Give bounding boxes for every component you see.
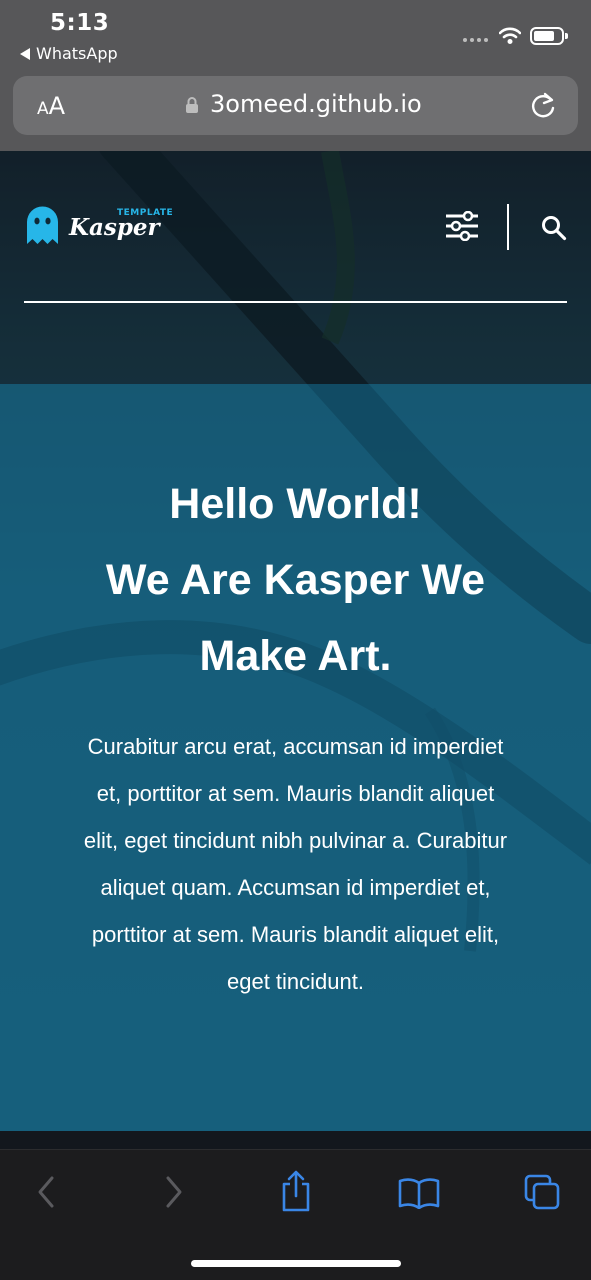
bookmarks-icon[interactable] <box>398 1177 440 1209</box>
hero-section: TEMPLATE Kasper Hello World! We Are Kasp… <box>0 151 591 1131</box>
wifi-icon <box>499 27 521 44</box>
text-size-button[interactable]: AA <box>37 92 65 120</box>
site-logo[interactable]: TEMPLATE Kasper <box>24 204 173 244</box>
share-icon[interactable] <box>279 1170 313 1212</box>
url-field[interactable]: AA 3omeed.github.io <box>13 76 578 135</box>
home-indicator[interactable] <box>191 1260 401 1267</box>
search-icon[interactable] <box>541 215 567 241</box>
hero-paragraph: Curabitur arcu erat, accumsan id imperdi… <box>83 734 508 994</box>
logo-text: TEMPLATE Kasper <box>69 208 173 241</box>
settings-sliders-icon[interactable] <box>445 211 479 241</box>
lock-icon <box>186 97 198 113</box>
header-shade <box>0 151 591 384</box>
forward-icon[interactable] <box>163 1175 185 1209</box>
ghost-logo-icon <box>27 206 58 244</box>
browser-address-bar: AA 3omeed.github.io <box>0 70 591 151</box>
hero-title-line-3: Make Art. <box>199 632 392 680</box>
nav-divider <box>507 204 509 250</box>
reload-icon[interactable] <box>529 91 557 121</box>
back-icon[interactable] <box>35 1175 57 1209</box>
battery-icon <box>530 27 568 45</box>
logo-tagline: TEMPLATE <box>117 208 174 218</box>
status-time: 5:13 <box>50 10 110 36</box>
hero-title: Hello World! We Are Kasper We Make Art. <box>40 466 551 694</box>
header-underline <box>24 301 567 303</box>
back-to-app-link[interactable]: WhatsApp <box>20 44 118 63</box>
tabs-icon[interactable] <box>524 1174 562 1212</box>
logo-name: Kasper <box>69 214 160 241</box>
next-section-edge <box>0 1131 591 1149</box>
browser-toolbar <box>0 1149 591 1280</box>
url-text: 3omeed.github.io <box>210 90 422 118</box>
back-app-label: WhatsApp <box>36 44 118 63</box>
hero-title-line-1: Hello World! <box>169 480 422 528</box>
back-arrow-icon <box>20 47 30 60</box>
hero-title-line-2: We Are Kasper We <box>105 556 486 604</box>
status-bar: 5:13 WhatsApp <box>0 0 591 70</box>
signal-dots-icon <box>463 38 488 42</box>
